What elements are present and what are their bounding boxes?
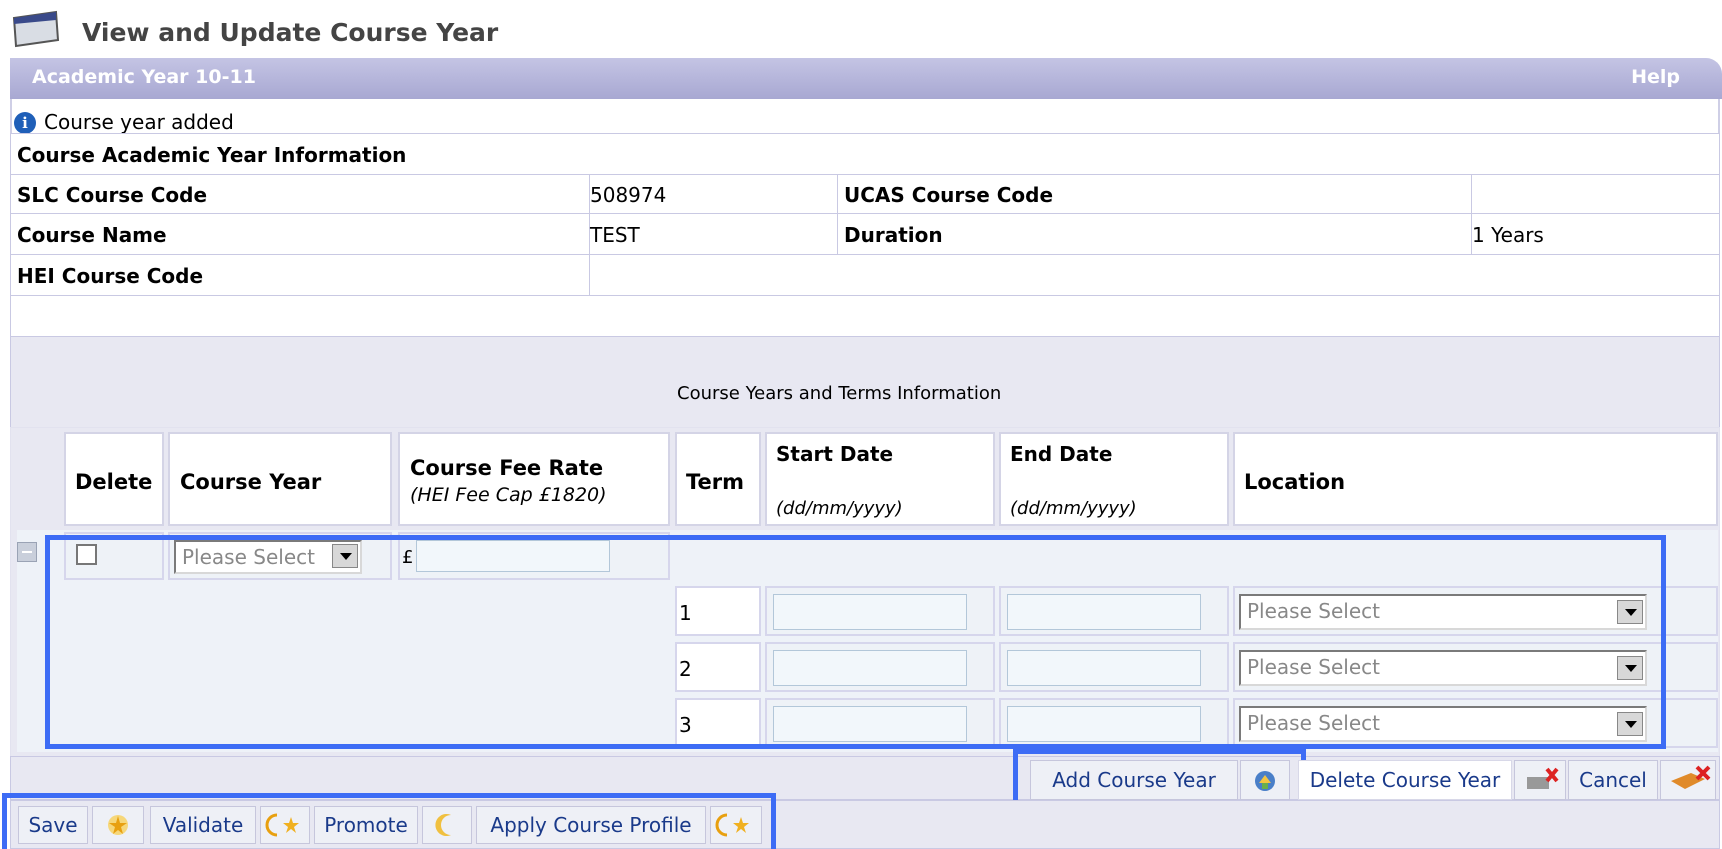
- col-term-label: Term: [686, 470, 745, 494]
- info-section-header: Course Academic Year Information: [10, 133, 1720, 175]
- collapse-icon[interactable]: [17, 542, 37, 562]
- course-name-label: Course Name: [17, 223, 167, 247]
- cancel-button[interactable]: Cancel: [1568, 760, 1658, 800]
- col-end-date-label: End Date: [1010, 442, 1113, 466]
- col-fee-cap-label: (HEI Fee Cap £1820): [410, 484, 607, 506]
- header-bar: Academic Year 10-11 Help: [10, 58, 1722, 99]
- duration-value: 1 Years: [1472, 223, 1544, 247]
- duration-value-cell: 1 Years: [1471, 213, 1720, 255]
- message-text: Course year added: [44, 110, 234, 134]
- col-end-date: End Date (dd/mm/yyyy): [999, 432, 1229, 526]
- name-value-cell: TEST: [589, 213, 838, 255]
- slc-value-cell: 508974: [589, 174, 838, 214]
- spacer-row: [10, 295, 1720, 337]
- window-icon: [10, 8, 62, 48]
- delete-icon[interactable]: [1514, 760, 1566, 800]
- hei-code-label: HEI Course Code: [17, 264, 204, 288]
- cancel-icon[interactable]: [1660, 760, 1716, 800]
- col-fee-rate: Course Fee Rate (HEI Fee Cap £1820): [398, 432, 670, 526]
- ucas-label: UCAS Course Code: [844, 183, 1054, 207]
- hei-value-cell: [589, 254, 1720, 296]
- col-delete: Delete: [64, 432, 164, 526]
- duration-label-cell: Duration: [837, 213, 1472, 255]
- duration-label: Duration: [844, 223, 943, 247]
- ucas-value-cell: [1471, 174, 1720, 214]
- info-section-title: Course Academic Year Information: [17, 143, 407, 167]
- delete-course-year-button[interactable]: Delete Course Year: [1298, 760, 1512, 800]
- rows-highlight: [45, 535, 1666, 749]
- course-name-value: TEST: [590, 223, 640, 247]
- col-term: Term: [675, 432, 761, 526]
- col-course-year: Course Year: [168, 432, 392, 526]
- help-link[interactable]: Help: [1631, 66, 1680, 88]
- slc-value: 508974: [590, 183, 667, 207]
- col-delete-label: Delete: [75, 470, 153, 494]
- academic-year-title: Academic Year 10-11: [32, 66, 256, 88]
- col-end-fmt-label: (dd/mm/yyyy): [1010, 498, 1137, 519]
- col-location: Location: [1233, 432, 1718, 526]
- slc-label-cell: SLC Course Code: [10, 174, 590, 214]
- ucas-label-cell: UCAS Course Code: [837, 174, 1472, 214]
- hei-label-cell: HEI Course Code: [10, 254, 590, 296]
- terms-section-header: Course Years and Terms Information: [10, 336, 1720, 428]
- col-start-date-label: Start Date: [776, 442, 894, 466]
- col-start-fmt-label: (dd/mm/yyyy): [776, 498, 903, 519]
- page-title: View and Update Course Year: [82, 18, 499, 47]
- info-icon: i: [14, 112, 36, 134]
- name-label-cell: Course Name: [10, 213, 590, 255]
- col-course-year-label: Course Year: [180, 470, 322, 494]
- col-location-label: Location: [1244, 470, 1346, 494]
- col-start-date: Start Date (dd/mm/yyyy): [765, 432, 995, 526]
- terms-section-title: Course Years and Terms Information: [677, 383, 1002, 404]
- slc-label: SLC Course Code: [17, 183, 208, 207]
- col-fee-rate-label: Course Fee Rate: [410, 456, 604, 480]
- footer-highlight: [2, 793, 776, 849]
